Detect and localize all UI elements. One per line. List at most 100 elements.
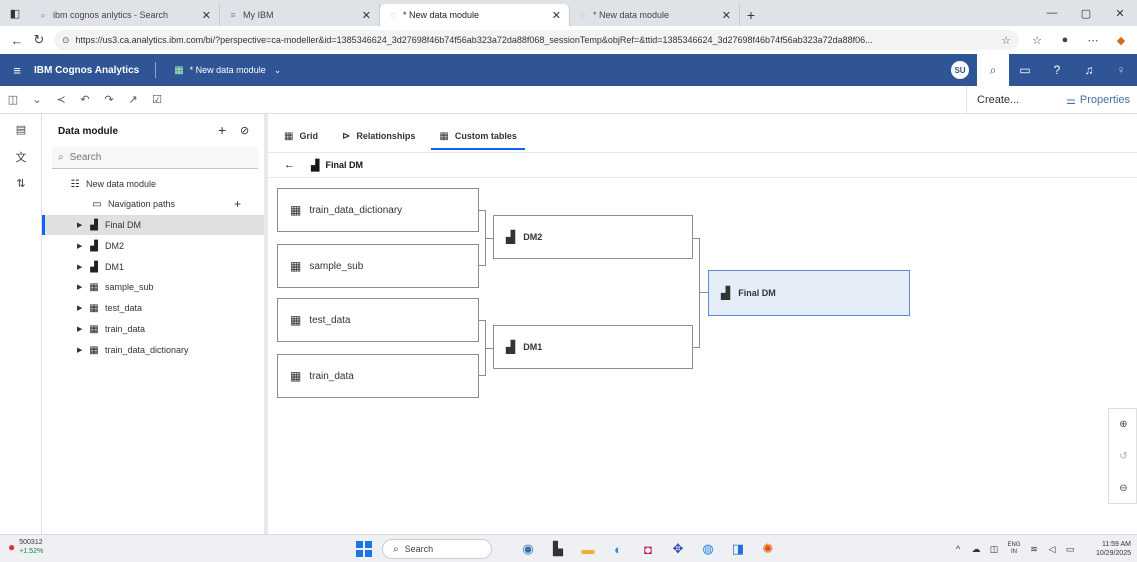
battery-icon[interactable]: ▭ bbox=[1061, 544, 1079, 555]
tree-root[interactable]: ☷ New data module bbox=[42, 174, 264, 194]
browser-app-icon[interactable]: ◐ bbox=[606, 538, 630, 560]
diagram-node-train-data[interactable]: ▦ train_data bbox=[277, 354, 479, 398]
chrome-app-icon[interactable]: ✺ bbox=[756, 538, 780, 560]
mail-app-icon[interactable]: ◘ bbox=[636, 538, 660, 560]
diagram-node-sample-sub[interactable]: ▦ sample_sub bbox=[277, 244, 479, 288]
caret-right-icon[interactable]: ▶ bbox=[77, 325, 87, 333]
new-tab-button[interactable]: + bbox=[740, 4, 762, 26]
browser-tab-new-data-module-active[interactable]: ◌ * New data module ✕ bbox=[380, 4, 570, 26]
widgets-app-icon[interactable]: ◉ bbox=[516, 538, 540, 560]
tab-relationships[interactable]: ⊳ Relationships bbox=[334, 124, 423, 150]
panel-search-input[interactable]: ⌕ Search bbox=[52, 147, 258, 169]
close-tab-icon[interactable]: ✕ bbox=[722, 9, 731, 22]
share-icon[interactable]: ≺ bbox=[50, 89, 72, 111]
caret-right-icon[interactable]: ▶ bbox=[77, 221, 87, 229]
tray-overflow-icon[interactable]: ^ bbox=[949, 544, 967, 554]
task-view-icon[interactable]: ▙ bbox=[546, 538, 570, 560]
back-icon[interactable]: ← bbox=[6, 29, 28, 51]
zoom-out-icon[interactable]: ⊖ bbox=[1109, 477, 1137, 499]
tab-actions-icon[interactable]: ◧ bbox=[0, 0, 30, 26]
edge-app-icon[interactable]: ◍ bbox=[696, 538, 720, 560]
validate-icon[interactable]: ☑ bbox=[146, 89, 168, 111]
copilot-icon[interactable]: ◆ bbox=[1109, 29, 1133, 51]
wifi-icon[interactable]: ≋ bbox=[1025, 544, 1043, 555]
caret-right-icon[interactable]: ▶ bbox=[77, 263, 87, 271]
sort-icon[interactable]: ⇅ bbox=[10, 172, 32, 194]
diagram-node-test-data[interactable]: ▦ test_data bbox=[277, 298, 479, 342]
panel-options-icon[interactable]: ⊘ bbox=[240, 124, 249, 137]
properties-button[interactable]: ⚌ Properties bbox=[1058, 86, 1137, 114]
close-window-icon[interactable]: ✕ bbox=[1103, 0, 1137, 26]
chevron-down-icon[interactable]: ⌄ bbox=[274, 65, 282, 76]
back-arrow-icon[interactable]: ← bbox=[284, 159, 295, 171]
caret-right-icon[interactable]: ▶ bbox=[77, 283, 87, 291]
teams-app-icon[interactable]: ✥ bbox=[666, 538, 690, 560]
diagram-node-final-dm[interactable]: ▟ Final DM bbox=[708, 270, 910, 316]
notifications-icon[interactable]: ♫ bbox=[1073, 54, 1105, 86]
user-icon[interactable]: ♀ bbox=[1105, 54, 1137, 86]
custom-table-icon: ▟ bbox=[90, 240, 98, 252]
browser-tab-myibm[interactable]: ≡ My IBM ✕ bbox=[220, 4, 380, 26]
system-clock[interactable]: 11:59 AM 10/29/2025 bbox=[1085, 540, 1131, 558]
tree-item-test-data[interactable]: ▶ ▦ test_data bbox=[42, 298, 264, 318]
caret-right-icon[interactable]: ▶ bbox=[77, 346, 87, 354]
create-button[interactable]: Create... bbox=[966, 86, 1056, 114]
module-title[interactable]: * New data module bbox=[190, 65, 266, 75]
tree-item-final-dm[interactable]: ▶ ▟ Final DM bbox=[42, 215, 264, 235]
diagram-node-dm1[interactable]: ▟ DM1 bbox=[493, 325, 693, 369]
close-tab-icon[interactable]: ✕ bbox=[202, 9, 211, 22]
tab-grid[interactable]: ▦ Grid bbox=[276, 124, 326, 150]
minimize-icon[interactable]: — bbox=[1035, 0, 1069, 26]
panel-toggle-icon[interactable]: ◫ bbox=[2, 89, 24, 111]
tree-item-train-data-dictionary[interactable]: ▶ ▦ train_data_dictionary bbox=[42, 340, 264, 360]
chevron-down-icon[interactable]: ⌄ bbox=[26, 89, 48, 111]
launch-icon[interactable]: ↗ bbox=[122, 89, 144, 111]
refresh-icon[interactable]: ↻ bbox=[28, 29, 50, 51]
language-indicator[interactable]: ENG IN bbox=[1003, 542, 1025, 556]
tab-custom-tables[interactable]: ▦ Custom tables bbox=[431, 124, 525, 150]
tree-item-navigation-paths[interactable]: ▭ Navigation paths + bbox=[42, 194, 264, 214]
tree-item-dm2[interactable]: ▶ ▟ DM2 bbox=[42, 236, 264, 256]
add-navigation-path-icon[interactable]: + bbox=[234, 197, 241, 211]
maximize-icon[interactable]: ▢ bbox=[1069, 0, 1103, 26]
help-icon[interactable]: ? bbox=[1041, 54, 1073, 86]
caret-right-icon[interactable]: ▶ bbox=[77, 242, 87, 250]
tray-app-icon[interactable]: ◫ bbox=[985, 544, 1003, 555]
caret-right-icon[interactable]: ▶ bbox=[77, 304, 87, 312]
diagram-node-dm2[interactable]: ▟ DM2 bbox=[493, 215, 693, 259]
tree-item-train-data[interactable]: ▶ ▦ train_data bbox=[42, 319, 264, 339]
zoom-in-icon[interactable]: ⊕ bbox=[1109, 413, 1137, 435]
user-badge[interactable]: SU bbox=[951, 61, 969, 79]
close-tab-icon[interactable]: ✕ bbox=[362, 9, 371, 22]
url-field[interactable]: ⊙ https://us3.ca.analytics.ibm.com/bi/?p… bbox=[54, 30, 1019, 50]
undo-icon[interactable]: ↶ bbox=[74, 89, 96, 111]
reset-zoom-icon[interactable]: ↺ bbox=[1109, 445, 1137, 467]
tree-item-dm1[interactable]: ▶ ▟ DM1 bbox=[42, 257, 264, 277]
browser-tab-new-data-module[interactable]: ◌ * New data module ✕ bbox=[570, 4, 740, 26]
search-icon[interactable]: ⌕ bbox=[977, 54, 1009, 86]
profile-icon[interactable]: ● bbox=[1053, 29, 1077, 51]
table-icon: ▦ bbox=[89, 302, 99, 314]
custom-table-icon: ▟ bbox=[90, 219, 98, 231]
windows-start-icon[interactable] bbox=[356, 541, 372, 557]
diagram-node-train-data-dictionary[interactable]: ▦ train_data_dictionary bbox=[277, 188, 479, 232]
data-module-panel-icon[interactable]: ▤ bbox=[10, 118, 32, 140]
close-tab-icon[interactable]: ✕ bbox=[552, 9, 561, 22]
tree-item-sample-sub[interactable]: ▶ ▦ sample_sub bbox=[42, 277, 264, 297]
stock-widget[interactable]: ● 500312 +1.52% bbox=[8, 538, 43, 556]
outlook-app-icon[interactable]: ◨ bbox=[726, 538, 750, 560]
redo-icon[interactable]: ↷ bbox=[98, 89, 120, 111]
volume-icon[interactable]: ◁ bbox=[1043, 544, 1061, 555]
hamburger-menu-icon[interactable]: ≡ bbox=[0, 63, 34, 78]
favorite-star-icon[interactable]: ☆ bbox=[1001, 34, 1011, 47]
chat-icon[interactable]: ▭ bbox=[1009, 54, 1041, 86]
file-explorer-icon[interactable]: ▬ bbox=[576, 538, 600, 560]
more-options-icon[interactable]: ⋯ bbox=[1081, 29, 1105, 51]
browser-tab-search[interactable]: ⌕ ibm cognos anlytics - Search ✕ bbox=[30, 4, 220, 26]
cloud-icon[interactable]: ☁ bbox=[967, 544, 985, 555]
translate-icon[interactable]: 文 bbox=[10, 146, 32, 168]
add-source-button[interactable]: + bbox=[218, 122, 226, 138]
favorites-icon[interactable]: ☆ bbox=[1025, 29, 1049, 51]
taskbar-search[interactable]: ⌕ Search bbox=[382, 539, 492, 559]
grid-icon: ▦ bbox=[284, 130, 294, 142]
